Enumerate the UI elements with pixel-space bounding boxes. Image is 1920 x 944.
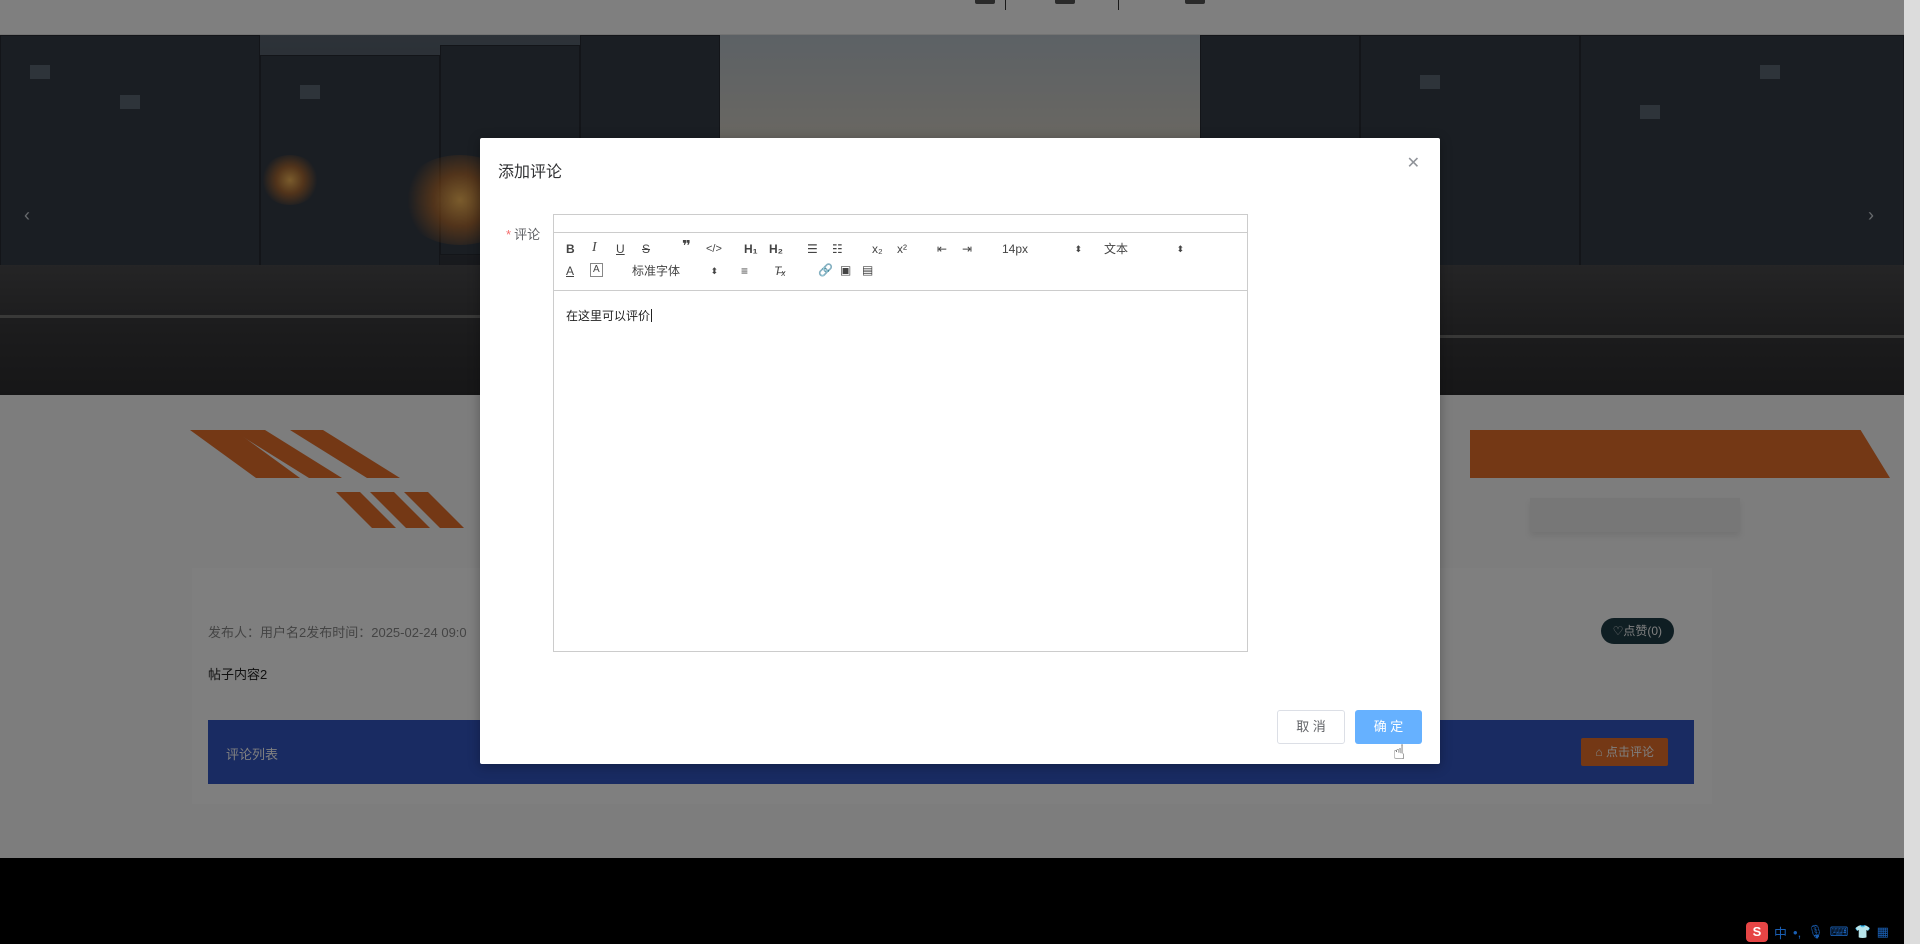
background-color-icon[interactable]: A — [590, 263, 603, 277]
strike-icon[interactable]: S — [642, 241, 650, 259]
editor-content[interactable]: 在这里可以评价 — [566, 307, 653, 324]
font-size-select[interactable]: 14px ⬍ — [1002, 241, 1082, 259]
skin-icon[interactable]: 👕 — [1854, 924, 1870, 940]
keyboard-icon[interactable]: ⌨ — [1830, 924, 1849, 940]
code-block-icon[interactable]: </> — [706, 241, 722, 259]
font-family-value: 标准字体 — [632, 264, 681, 278]
ime-lang-label[interactable]: 中 — [1774, 923, 1787, 942]
chevron-updown-icon: ⬍ — [1074, 244, 1082, 254]
ime-tray: S 中 •, 🎙 ⌨ 👕 ▦ — [1742, 920, 1920, 944]
chevron-updown-icon: ⬍ — [710, 266, 718, 276]
video-icon[interactable]: ▤ — [862, 262, 873, 280]
dialog-title: 添加评论 — [498, 164, 563, 181]
ime-punct-label[interactable]: •, — [1793, 925, 1801, 940]
cancel-button[interactable]: 取 消 — [1277, 710, 1345, 744]
header-select[interactable]: 文本 ⬍ — [1104, 241, 1184, 259]
sogou-logo-icon[interactable]: S — [1746, 922, 1768, 942]
page-scrollbar[interactable] — [1904, 0, 1920, 944]
add-comment-dialog: 添加评论 ✕ * 评论 B I U S ❞ </> H₁ H₂ ☰ ☷ x₂ x²… — [480, 138, 1440, 764]
confirm-button[interactable]: 确 定 — [1355, 710, 1422, 744]
pointer-cursor-icon: ☝ — [1393, 742, 1406, 764]
close-icon[interactable]: ✕ — [1407, 153, 1420, 173]
header-value: 文本 — [1104, 242, 1129, 256]
text-cursor — [651, 309, 653, 322]
comment-label-text: 评论 — [514, 227, 541, 242]
editor-toolbar: B I U S ❞ </> H₁ H₂ ☰ ☷ x₂ x² ⇤ ⇥ 14px ⬍ … — [554, 233, 1247, 291]
underline-icon[interactable]: U — [616, 241, 625, 259]
superscript-icon[interactable]: x² — [897, 241, 907, 259]
indent-decrease-icon[interactable]: ⇤ — [937, 241, 947, 259]
microphone-icon[interactable]: 🎙 — [1807, 924, 1824, 940]
h1-icon[interactable]: H₁ — [744, 241, 758, 259]
font-size-value: 14px — [1002, 242, 1029, 256]
font-family-select[interactable]: 标准字体 ⬍ — [632, 263, 718, 281]
h2-icon[interactable]: H₂ — [769, 241, 783, 259]
comment-field-label: * 评论 — [506, 224, 540, 243]
italic-icon[interactable]: I — [592, 240, 597, 258]
bold-icon[interactable]: B — [566, 241, 575, 259]
rich-text-editor[interactable]: B I U S ❞ </> H₁ H₂ ☰ ☷ x₂ x² ⇤ ⇥ 14px ⬍ … — [553, 214, 1248, 652]
font-color-icon[interactable]: A — [566, 263, 574, 281]
required-mark: * — [506, 227, 512, 242]
image-icon[interactable]: ▣ — [840, 262, 851, 280]
grid-icon[interactable]: ▦ — [1877, 924, 1889, 940]
bullet-list-icon[interactable]: ☷ — [832, 241, 843, 259]
chevron-updown-icon: ⬍ — [1176, 244, 1184, 254]
clear-format-icon[interactable]: T̶ₓ — [774, 263, 786, 281]
blockquote-icon[interactable]: ❞ — [682, 239, 691, 257]
subscript-icon[interactable]: x₂ — [872, 241, 883, 259]
ordered-list-icon[interactable]: ☰ — [807, 241, 818, 259]
indent-increase-icon[interactable]: ⇥ — [962, 241, 972, 259]
editor-top-border — [554, 215, 1247, 233]
align-left-icon[interactable]: ≡ — [741, 263, 748, 281]
editor-text: 在这里可以评价 — [566, 309, 651, 323]
link-icon[interactable]: 🔗 — [818, 262, 833, 280]
